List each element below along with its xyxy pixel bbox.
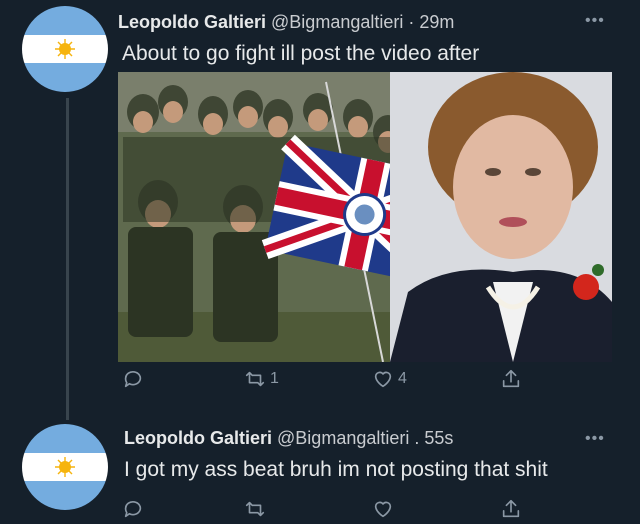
timestamp[interactable]: 29m <box>419 12 454 32</box>
user-handle[interactable]: @Bigmangaltieri <box>271 12 403 32</box>
display-name[interactable]: Leopoldo Galtieri <box>118 12 266 32</box>
tweet-header: Leopoldo Galtieri @Bigmangaltieri . 55s <box>124 428 453 449</box>
more-options-icon[interactable]: ••• <box>585 12 605 30</box>
tweet-text: I got my ass beat bruh im not posting th… <box>124 458 548 481</box>
retweet-count: 1 <box>270 370 279 387</box>
argentina-flag-icon <box>22 6 108 92</box>
more-options-icon[interactable]: ••• <box>585 430 605 448</box>
thread-connector-line <box>66 98 69 420</box>
reply-button[interactable] <box>122 498 148 520</box>
reply-button[interactable] <box>122 368 148 390</box>
tweet-media[interactable] <box>118 72 612 362</box>
retweet-button[interactable]: 1 <box>244 368 279 390</box>
like-button[interactable] <box>372 498 398 520</box>
retweet-icon <box>245 501 265 517</box>
reply-icon <box>124 500 142 518</box>
heart-icon <box>374 371 392 388</box>
share-icon <box>502 499 520 518</box>
tweet-header: Leopoldo Galtieri @Bigmangaltieri · 29m <box>118 12 454 33</box>
avatar[interactable] <box>22 6 108 92</box>
reply-icon <box>124 370 142 388</box>
retweet-button[interactable] <box>244 498 270 520</box>
timestamp[interactable]: 55s <box>424 428 453 448</box>
heart-icon <box>374 501 392 518</box>
share-icon <box>502 369 520 388</box>
tweet-text: About to go fight ill post the video aft… <box>122 42 480 65</box>
woman-portrait-photo <box>390 72 612 362</box>
separator: . <box>414 428 420 448</box>
share-button[interactable] <box>500 498 522 520</box>
avatar[interactable] <box>22 424 108 510</box>
user-handle[interactable]: @Bigmangaltieri <box>277 428 409 448</box>
like-button[interactable]: 4 <box>372 368 407 390</box>
separator: · <box>408 12 415 32</box>
like-count: 4 <box>398 370 407 387</box>
display-name[interactable]: Leopoldo Galtieri <box>124 428 272 448</box>
argentina-flag-icon <box>22 424 108 510</box>
retweet-icon <box>245 371 265 387</box>
share-button[interactable] <box>500 368 522 390</box>
tweet-actions: 1 4 <box>122 368 522 394</box>
tweet-actions <box>122 498 522 524</box>
